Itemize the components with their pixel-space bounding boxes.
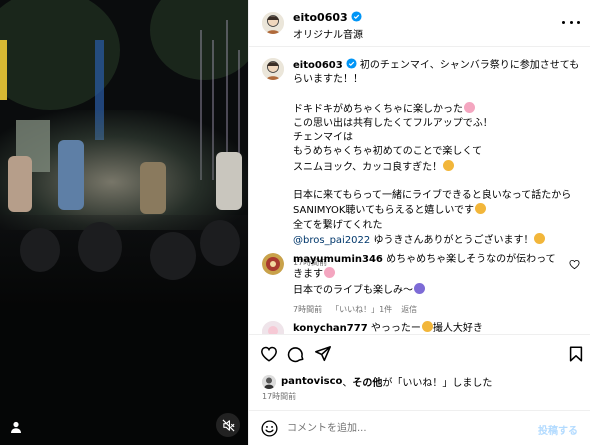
reply-button[interactable]: 返信 <box>401 305 417 314</box>
party-emoji-icon <box>414 282 425 294</box>
avatar-illustration <box>262 321 284 334</box>
post-timestamp[interactable]: 17時間前 <box>262 391 296 402</box>
audio-link[interactable]: オリジナル音源 <box>293 26 363 41</box>
post-side-panel: eito0603 オリジナル音源 eito0603 初のチェンマイ、シャンバラ祭… <box>248 0 590 445</box>
more-icon <box>562 20 565 24</box>
performer <box>58 140 84 210</box>
face-emoji-icon <box>443 159 455 171</box>
caption-line: この思い出は共有したくてフルアップでふ！ <box>293 117 493 129</box>
emoji-icon[interactable] <box>261 420 278 437</box>
avatar-illustration <box>262 12 284 34</box>
comment-username[interactable]: mayumumin346 <box>293 254 383 265</box>
caption-line: ドキドキがめちゃくちゃに楽しかった <box>293 103 463 115</box>
crowd-head <box>78 222 122 272</box>
comment-composer: 投稿する <box>249 410 590 445</box>
comment-text: 撮人大好き <box>432 323 483 334</box>
performer <box>216 152 242 210</box>
heart-eyes-emoji-icon <box>324 267 335 279</box>
bookmark-icon[interactable] <box>567 345 585 363</box>
comment-item: mayumumin346 めちゃめちゃ楽しそうなのが伝わってきます 日本でのライ… <box>262 253 580 317</box>
action-bar <box>249 334 590 374</box>
performer <box>140 162 166 214</box>
comment-text: 日本でのライブも楽しみ〜 <box>293 284 413 296</box>
caption-username[interactable]: eito0603 <box>293 60 343 71</box>
caption-line: 全てを繋げてくれた <box>293 219 383 231</box>
heart-eyes-emoji-icon <box>464 101 475 113</box>
caption-line: チェンマイは <box>293 132 353 144</box>
smile-emoji-icon <box>421 321 433 332</box>
comment-input[interactable] <box>287 417 517 439</box>
mute-button[interactable] <box>216 413 240 437</box>
avatar-illustration <box>262 253 284 275</box>
caption-line: スニムヨック、カッコ良すぎた！ <box>293 161 443 173</box>
mute-icon <box>222 419 234 431</box>
more-icon <box>577 20 580 24</box>
liked-by-suffix: が「いいね！」しました <box>382 378 493 389</box>
post-caption: eito0603 初のチェンマイ、シャンバラ祭りに参加させてもらいますた！！ ド… <box>262 58 580 271</box>
heart-icon[interactable] <box>569 259 580 270</box>
crowd-head <box>200 220 240 266</box>
caption-line: もうめちゃくちゃ初めてのことで楽しくて <box>293 146 483 158</box>
liked-by[interactable]: pantovisco、その他 が「いいね！」しました <box>262 374 492 389</box>
crowd-head <box>150 232 196 280</box>
user-icon[interactable] <box>9 420 23 434</box>
comment-timestamp[interactable]: 7時間前 <box>293 305 322 314</box>
comment-text: やっったー <box>370 323 421 334</box>
comment-icon[interactable] <box>287 345 305 363</box>
liked-by-others[interactable]: その他 <box>352 374 382 389</box>
heart-icon[interactable] <box>260 345 278 363</box>
caption-line: SANIMYOK聴いてもらえると嬉しいです <box>293 205 475 217</box>
more-options-button[interactable] <box>562 14 580 30</box>
smile-emoji-icon <box>475 203 487 215</box>
performer <box>8 156 32 212</box>
username[interactable]: eito0603 <box>293 11 348 24</box>
verified-badge-icon <box>351 11 362 22</box>
more-icon <box>569 20 573 24</box>
caption-line: 日本に来てもらって一緒にライブできると良いなって話たから <box>293 190 572 202</box>
yellow-banner <box>0 40 7 100</box>
avatar[interactable] <box>262 374 276 389</box>
liked-by-connector: 、 <box>342 378 353 389</box>
background-tree <box>150 0 248 80</box>
liked-by-username[interactable]: pantovisco <box>281 376 342 387</box>
smile-emoji-icon <box>534 232 546 244</box>
avatar[interactable] <box>262 12 284 34</box>
avatar[interactable] <box>262 253 284 275</box>
post-comment-button[interactable]: 投稿する <box>538 422 578 437</box>
caption-line: ゆうきさんありがとうございます！ <box>370 234 534 246</box>
mention-link[interactable]: @bros_pai2022 <box>293 235 370 246</box>
comments-section[interactable]: eito0603 初のチェンマイ、シャンバラ祭りに参加させてもらいますた！！ ド… <box>249 48 590 334</box>
avatar[interactable] <box>262 321 284 334</box>
comment-username[interactable]: konychan777 <box>293 323 368 334</box>
comment-like-count[interactable]: 「いいね！」1件 <box>331 305 392 314</box>
comment-item: konychan777 やっったー 撮人大好き <box>262 321 580 334</box>
crowd-head <box>20 228 60 272</box>
share-icon[interactable] <box>314 345 332 363</box>
avatar[interactable] <box>262 58 284 80</box>
avatar-illustration <box>262 58 284 80</box>
verified-badge-icon <box>346 58 357 69</box>
avatar-illustration <box>262 374 276 389</box>
post-header: eito0603 オリジナル音源 <box>249 0 590 47</box>
username-link[interactable]: eito0603 <box>293 11 362 24</box>
post-video[interactable] <box>0 0 248 445</box>
